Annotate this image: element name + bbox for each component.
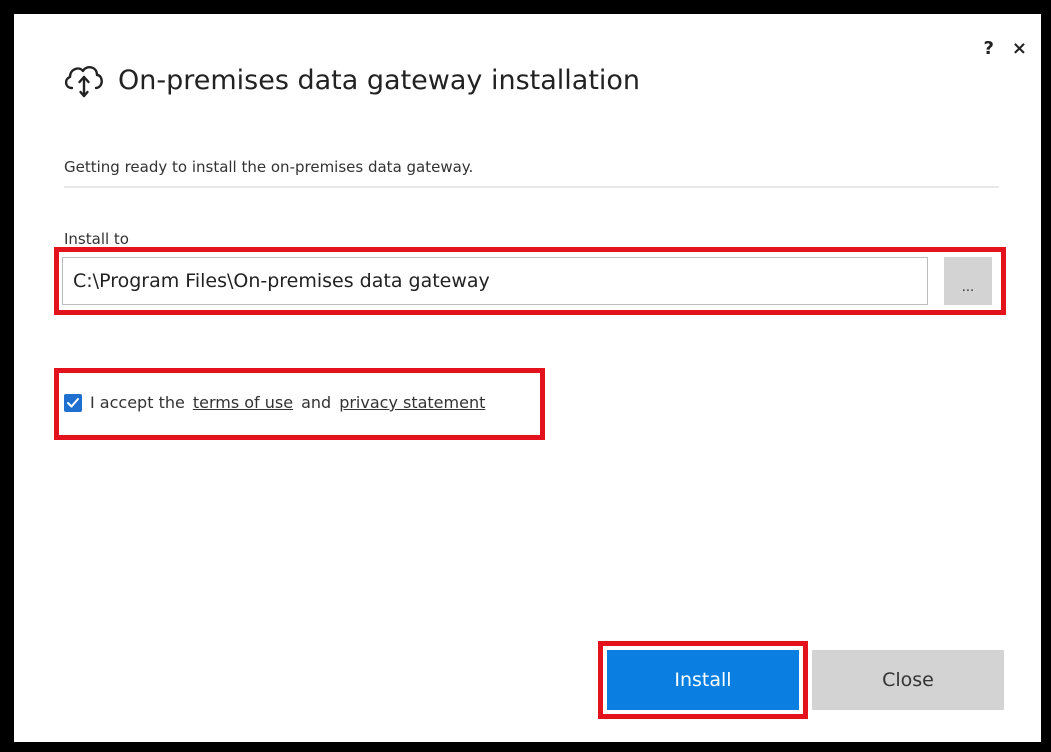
close-icon[interactable]: × xyxy=(1012,40,1027,58)
close-button[interactable]: Close xyxy=(812,650,1004,710)
page-title: On-premises data gateway installation xyxy=(118,64,641,96)
status-message: Getting ready to install the on-premises… xyxy=(64,158,474,176)
divider xyxy=(64,186,999,188)
highlight-install-button xyxy=(598,641,808,719)
window-controls: ? × xyxy=(983,40,1027,58)
help-icon[interactable]: ? xyxy=(983,40,993,58)
install-location-label: Install to xyxy=(64,230,129,248)
header: On-premises data gateway installation xyxy=(62,62,640,98)
cloud-upload-icon xyxy=(62,62,106,98)
highlight-install-path xyxy=(54,247,1006,315)
highlight-terms xyxy=(54,368,545,440)
